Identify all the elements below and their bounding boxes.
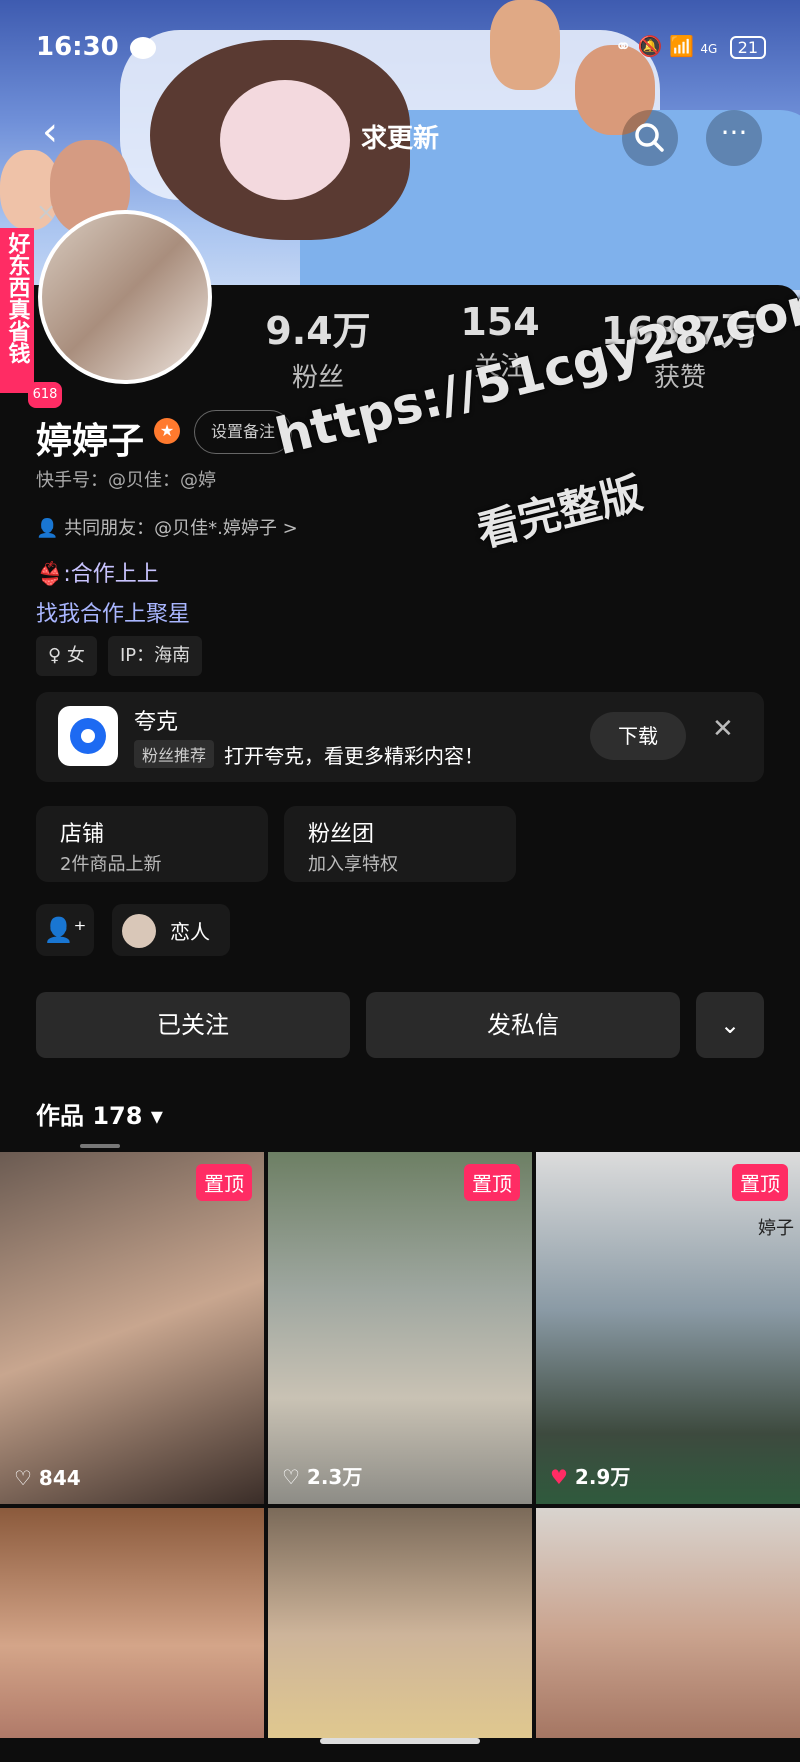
ad-chip: 粉丝推荐 xyxy=(134,740,215,768)
more-icon[interactable]: ··· xyxy=(706,110,762,166)
bio-line: 找我合作上聚星 xyxy=(36,602,191,627)
chevron-down-icon[interactable]: ⌄ xyxy=(696,992,764,1058)
like-number: 844 xyxy=(38,1466,81,1490)
mute-icon: 🔕 xyxy=(637,34,663,58)
avatar-image xyxy=(42,214,208,380)
signal-label: 4G xyxy=(700,42,718,56)
bio-line: 👙:合作上上 xyxy=(36,562,159,587)
lover-chip[interactable]: 恋人 xyxy=(112,904,230,956)
close-icon[interactable]: × xyxy=(36,198,56,226)
promo-badge[interactable]: 618 xyxy=(28,382,62,408)
heart-icon: ♡ xyxy=(282,1465,307,1489)
like-count: ♥ 2.9万 xyxy=(550,1461,630,1490)
works-label: 作品 178 xyxy=(36,1102,143,1130)
pinned-badge: 置顶 xyxy=(464,1164,520,1201)
add-friend-icon[interactable]: 👤⁺ xyxy=(36,904,94,956)
nav-title[interactable]: 求更新 xyxy=(0,118,800,155)
fan-club-card[interactable]: 粉丝团 加入享特权 xyxy=(284,806,516,882)
message-button[interactable]: 发私信 xyxy=(366,992,680,1058)
gender-tag: ♀ 女 xyxy=(36,636,97,676)
wifi-icon: 📶 xyxy=(669,34,694,58)
like-count: ♡ 844 xyxy=(14,1466,81,1490)
battery-icon: 21 xyxy=(729,36,766,59)
message-bubble-icon xyxy=(130,37,156,59)
kuaishou-id[interactable]: 快手号：@贝佳：@婷 xyxy=(36,466,216,492)
post-thumbnail[interactable]: 置顶 婷子 ♥ 2.9万 xyxy=(536,1152,800,1504)
close-icon[interactable]: ✕ xyxy=(712,714,734,744)
ad-text: 打开夸克，看更多精彩内容！ xyxy=(224,744,484,768)
ad-title: 夸克 xyxy=(134,710,179,735)
caret-down-icon: ▾ xyxy=(150,1102,163,1130)
quark-logo-icon xyxy=(58,706,118,766)
mutual-friends[interactable]: 👤 共同朋友：@贝佳*.婷婷子 > xyxy=(36,514,298,540)
card-title: 粉丝团 xyxy=(308,822,375,847)
heart-filled-icon: ♥ xyxy=(550,1465,575,1489)
like-number: 2.3万 xyxy=(306,1465,363,1489)
side-promo-tag[interactable]: 好东西真省钱 xyxy=(0,228,34,393)
card-subtitle: 2件商品上新 xyxy=(60,854,162,875)
works-tab[interactable]: 作品 178 ▾ xyxy=(36,1096,163,1131)
side-promo-text: 好东西真省钱 xyxy=(4,232,30,364)
download-button[interactable]: 下载 xyxy=(590,712,686,760)
ip-tag: IP：海南 xyxy=(108,636,203,676)
card-subtitle: 加入享特权 xyxy=(308,854,398,875)
app-ad-banner[interactable]: 夸克 粉丝推荐 打开夸克，看更多精彩内容！ 下载 ✕ xyxy=(36,692,764,782)
search-icon[interactable] xyxy=(622,110,678,166)
shop-card[interactable]: 店铺 2件商品上新 xyxy=(36,806,268,882)
status-time: 16:30 xyxy=(36,32,119,62)
tab-underline xyxy=(80,1144,120,1148)
lover-label: 恋人 xyxy=(170,920,210,944)
lover-avatar xyxy=(122,914,156,948)
stat-number: 9.4万 xyxy=(265,309,371,353)
heart-icon: ♡ xyxy=(14,1466,39,1490)
card-title: 店铺 xyxy=(60,822,105,847)
avatar[interactable] xyxy=(38,210,212,384)
pinned-badge: 置顶 xyxy=(196,1164,252,1201)
pinned-badge: 置顶 xyxy=(732,1164,788,1201)
profile-name: 婷婷子 xyxy=(36,421,145,462)
status-icons: ⚭ 🔕 📶 4G 21 xyxy=(615,34,766,59)
link-icon: ⚭ xyxy=(614,34,632,58)
post-thumbnail[interactable] xyxy=(536,1508,800,1738)
overlay-text: 婷子 xyxy=(758,1218,794,1239)
like-number: 2.9万 xyxy=(574,1465,631,1489)
status-bar: 16:30 ⚭ 🔕 📶 4G 21 xyxy=(0,0,800,92)
followed-button[interactable]: 已关注 xyxy=(36,992,350,1058)
like-count: ♡ 2.3万 xyxy=(282,1461,362,1490)
mutual-friends-text: 共同朋友：@贝佳*.婷婷子 > xyxy=(64,518,298,539)
verified-icon: ★ xyxy=(154,418,180,444)
post-thumbnail[interactable]: 置顶 ♡ 2.3万 xyxy=(268,1152,532,1504)
person-icon: 👤 xyxy=(36,518,65,539)
stat-followers[interactable]: 9.4万 粉丝 xyxy=(228,300,408,394)
post-thumbnail[interactable]: 置顶 ♡ 844 xyxy=(0,1152,264,1504)
post-thumbnail[interactable] xyxy=(268,1508,532,1738)
home-indicator[interactable] xyxy=(320,1738,480,1744)
post-thumbnail[interactable] xyxy=(0,1508,264,1738)
